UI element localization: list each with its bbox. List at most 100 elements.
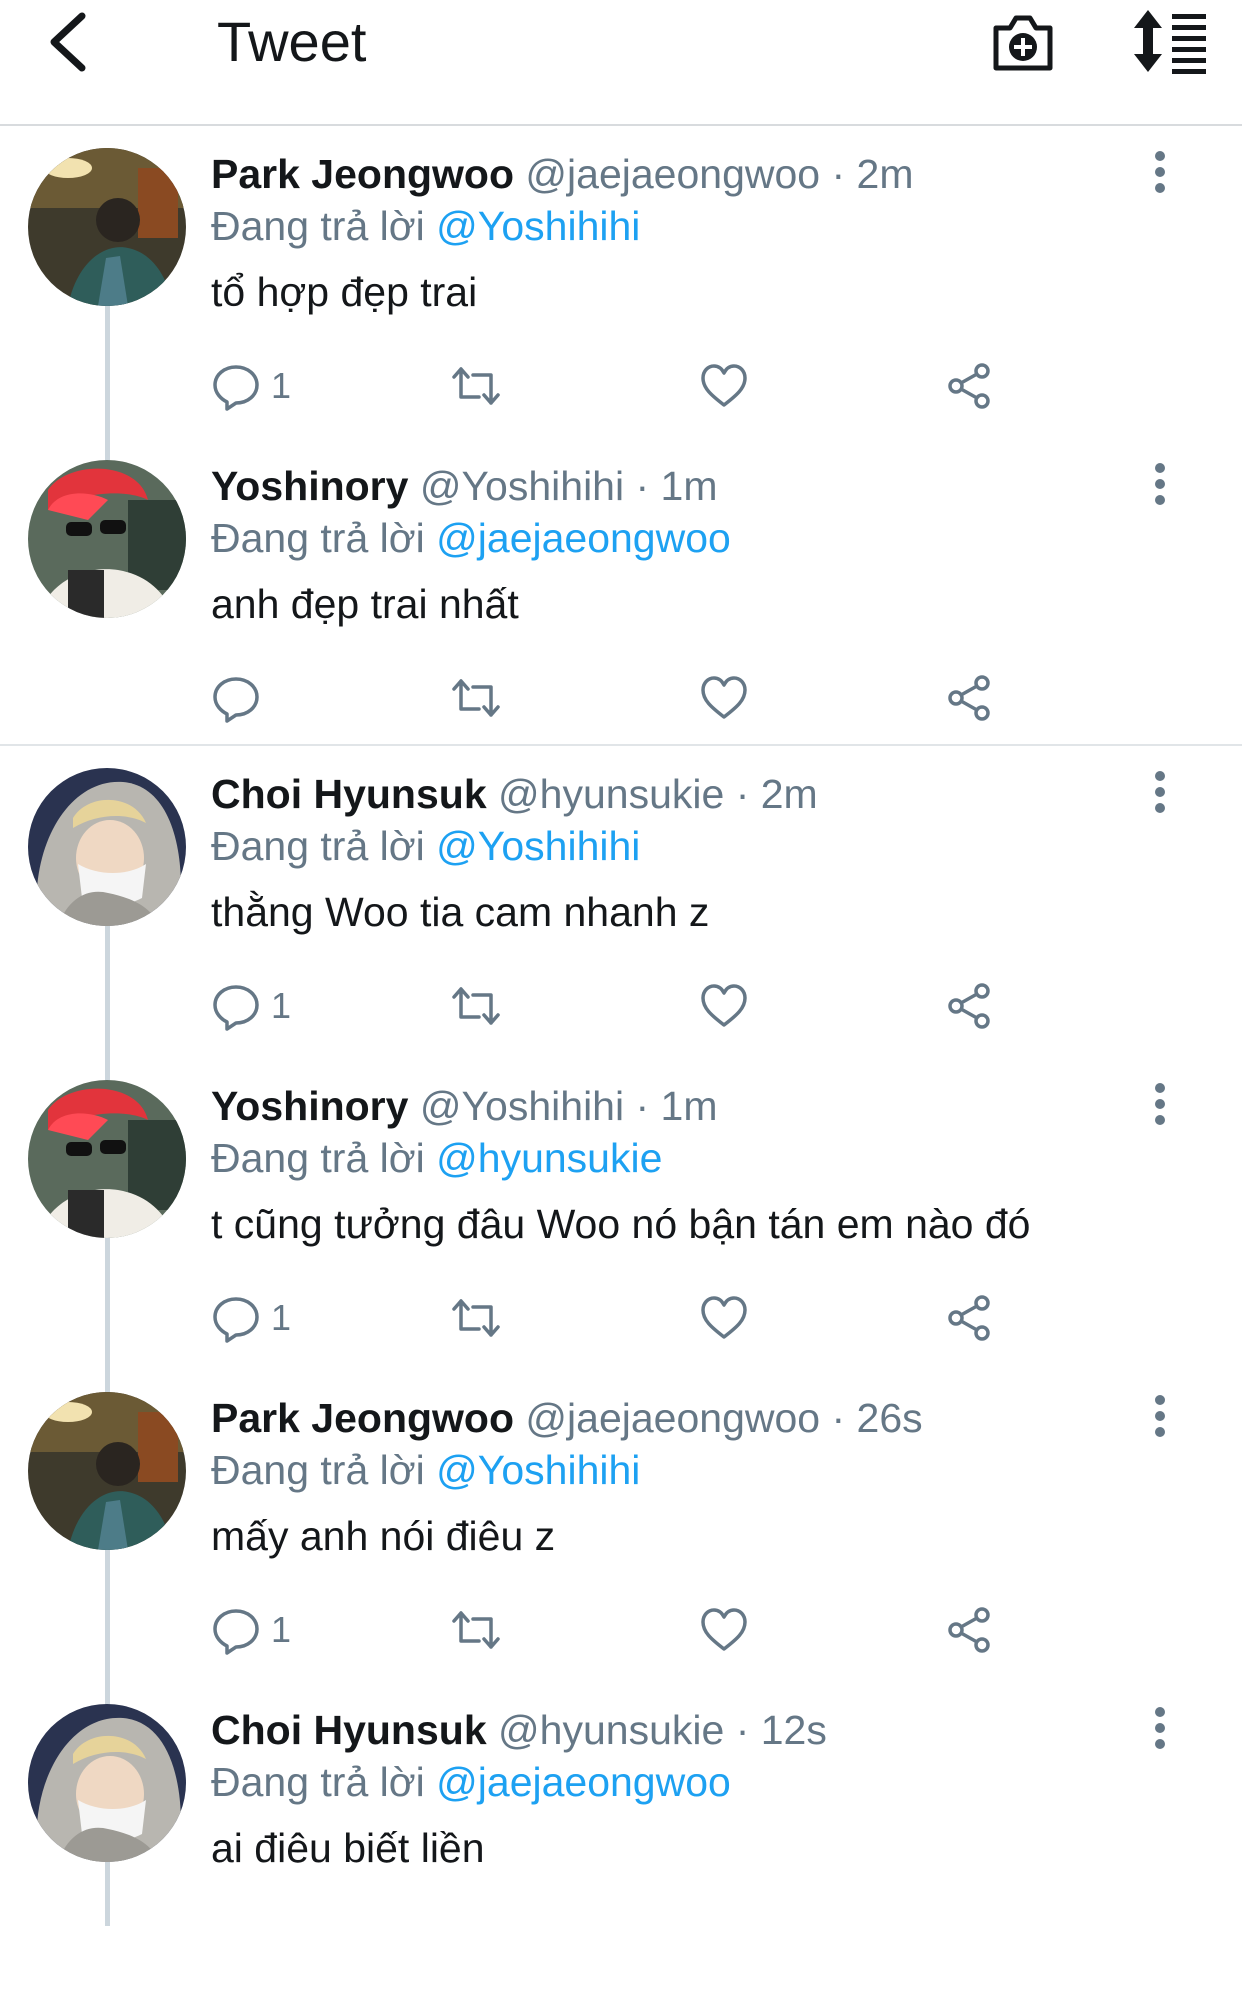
share-icon bbox=[948, 983, 990, 1029]
more-options-icon[interactable] bbox=[1145, 1082, 1175, 1126]
author-name[interactable]: Choi Hyunsuk bbox=[211, 1707, 487, 1753]
retweet-button[interactable] bbox=[451, 978, 501, 1034]
tweet-actions: 1 bbox=[211, 358, 1031, 414]
retweet-icon bbox=[452, 679, 500, 717]
like-button[interactable] bbox=[699, 978, 749, 1034]
reply-button[interactable]: 1 bbox=[211, 1290, 291, 1346]
avatar[interactable] bbox=[28, 1704, 186, 1862]
more-options-icon[interactable] bbox=[1145, 150, 1175, 194]
reply-button[interactable]: 1 bbox=[211, 358, 291, 414]
tweet-time: · 1m bbox=[635, 463, 718, 509]
author-name[interactable]: Choi Hyunsuk bbox=[211, 771, 487, 817]
share-button[interactable] bbox=[944, 1290, 994, 1346]
replying-to: Đang trả lời @Yoshihihi bbox=[211, 1444, 640, 1496]
reply-button[interactable]: 1 bbox=[211, 1602, 291, 1658]
tweet-item[interactable]: Yoshinory @Yoshihihi · 1m Đang trả lời @… bbox=[0, 438, 1242, 750]
tweet-time: · 12s bbox=[735, 1707, 827, 1753]
mention-link[interactable]: @hyunsukie bbox=[436, 1135, 662, 1181]
author-name[interactable]: Park Jeongwoo bbox=[211, 1395, 514, 1441]
tweet-header: Park Jeongwoo @jaejaeongwoo · 26s bbox=[211, 1392, 923, 1444]
tweet-text: t cũng tưởng đâu Woo nó bận tán em nào đ… bbox=[211, 1201, 1031, 1247]
replying-to: Đang trả lời @Yoshihihi bbox=[211, 820, 640, 872]
tweet-time: · 2m bbox=[735, 771, 818, 817]
replying-to: Đang trả lời @jaejaeongwoo bbox=[211, 512, 731, 564]
heart-icon bbox=[701, 364, 747, 407]
tweet-header: Yoshinory @Yoshihihi · 1m bbox=[211, 1080, 718, 1132]
avatar[interactable] bbox=[28, 148, 186, 306]
back-icon[interactable] bbox=[44, 10, 94, 74]
share-icon bbox=[948, 1295, 990, 1341]
like-button[interactable] bbox=[699, 358, 749, 414]
retweet-icon bbox=[452, 1611, 500, 1649]
tweet-item[interactable]: Yoshinory @Yoshihihi · 1m Đang trả lời @… bbox=[0, 1058, 1242, 1370]
author-handle: @hyunsukie bbox=[498, 771, 725, 817]
more-options-icon[interactable] bbox=[1145, 1706, 1175, 1750]
replying-to: Đang trả lời @jaejaeongwoo bbox=[211, 1756, 731, 1808]
reply-icon bbox=[213, 677, 259, 723]
tweet-header: Choi Hyunsuk @hyunsukie · 12s bbox=[211, 1704, 827, 1756]
replying-label: Đang trả lời bbox=[211, 1759, 425, 1805]
retweet-button[interactable] bbox=[451, 1290, 501, 1346]
avatar[interactable] bbox=[28, 460, 186, 618]
heart-icon bbox=[701, 984, 747, 1027]
replying-to: Đang trả lời @Yoshihihi bbox=[211, 200, 640, 252]
retweet-button[interactable] bbox=[451, 1602, 501, 1658]
avatar[interactable] bbox=[28, 1392, 186, 1550]
tweet-item[interactable]: Choi Hyunsuk @hyunsukie · 12s Đang trả l… bbox=[0, 1682, 1242, 1994]
mention-link[interactable]: @jaejaeongwoo bbox=[436, 515, 731, 561]
mention-link[interactable]: @Yoshihihi bbox=[436, 203, 640, 249]
retweet-icon bbox=[452, 987, 500, 1025]
reply-thread: Park Jeongwoo @jaejaeongwoo · 2m Đang tr… bbox=[0, 126, 1242, 744]
tweet-text: ai điêu biết liền bbox=[211, 1825, 485, 1871]
tweet-actions: 1 bbox=[211, 1290, 1031, 1346]
tweet-header: Park Jeongwoo @jaejaeongwoo · 2m bbox=[211, 148, 914, 200]
share-button[interactable] bbox=[944, 670, 994, 726]
top-bar: Tweet bbox=[0, 0, 1242, 126]
author-name[interactable]: Park Jeongwoo bbox=[211, 151, 514, 197]
share-button[interactable] bbox=[944, 358, 994, 414]
share-button[interactable] bbox=[944, 1602, 994, 1658]
retweet-button[interactable] bbox=[451, 358, 501, 414]
reply-button[interactable]: 1 bbox=[211, 978, 291, 1034]
author-name[interactable]: Yoshinory bbox=[211, 1083, 408, 1129]
avatar[interactable] bbox=[28, 768, 186, 926]
author-handle: @jaejaeongwoo bbox=[525, 151, 821, 197]
more-options-icon[interactable] bbox=[1145, 462, 1175, 506]
share-icon bbox=[948, 675, 990, 721]
tweet-header: Yoshinory @Yoshihihi · 1m bbox=[211, 460, 718, 512]
mention-link[interactable]: @jaejaeongwoo bbox=[436, 1759, 731, 1805]
like-button[interactable] bbox=[699, 1290, 749, 1346]
avatar[interactable] bbox=[28, 1080, 186, 1238]
reply-count: 1 bbox=[271, 365, 292, 406]
reply-icon bbox=[213, 985, 259, 1031]
tweet-time: · 26s bbox=[831, 1395, 923, 1441]
tweet-item[interactable]: Park Jeongwoo @jaejaeongwoo · 2m Đang tr… bbox=[0, 126, 1242, 438]
sort-list-icon[interactable] bbox=[1130, 8, 1210, 74]
reply-count: 1 bbox=[271, 1609, 292, 1650]
reply-icon bbox=[213, 1297, 259, 1343]
retweet-button[interactable] bbox=[451, 670, 501, 726]
heart-icon bbox=[701, 1296, 747, 1339]
mention-link[interactable]: @Yoshihihi bbox=[436, 1447, 640, 1493]
reply-icon bbox=[213, 1609, 259, 1655]
tweet-text: thằng Woo tia cam nhanh z bbox=[211, 889, 710, 935]
mention-link[interactable]: @Yoshihihi bbox=[436, 823, 640, 869]
reply-count: 1 bbox=[271, 985, 292, 1026]
author-handle: @hyunsukie bbox=[498, 1707, 725, 1753]
retweet-icon bbox=[452, 367, 500, 405]
author-handle: @jaejaeongwoo bbox=[525, 1395, 821, 1441]
reply-button[interactable] bbox=[211, 670, 271, 726]
author-name[interactable]: Yoshinory bbox=[211, 463, 408, 509]
share-button[interactable] bbox=[944, 978, 994, 1034]
like-button[interactable] bbox=[699, 1602, 749, 1658]
reply-thread: Choi Hyunsuk @hyunsukie · 2m Đang trả lờ… bbox=[0, 746, 1242, 1926]
tweet-item[interactable]: Choi Hyunsuk @hyunsukie · 2m Đang trả lờ… bbox=[0, 746, 1242, 1058]
like-button[interactable] bbox=[699, 670, 749, 726]
tweet-actions: 1 bbox=[211, 978, 1031, 1034]
tweet-item[interactable]: Park Jeongwoo @jaejaeongwoo · 26s Đang t… bbox=[0, 1370, 1242, 1682]
more-options-icon[interactable] bbox=[1145, 1394, 1175, 1438]
replying-label: Đang trả lời bbox=[211, 1447, 425, 1493]
camera-plus-icon[interactable] bbox=[990, 10, 1056, 74]
tweet-actions bbox=[211, 670, 1031, 726]
more-options-icon[interactable] bbox=[1145, 770, 1175, 814]
